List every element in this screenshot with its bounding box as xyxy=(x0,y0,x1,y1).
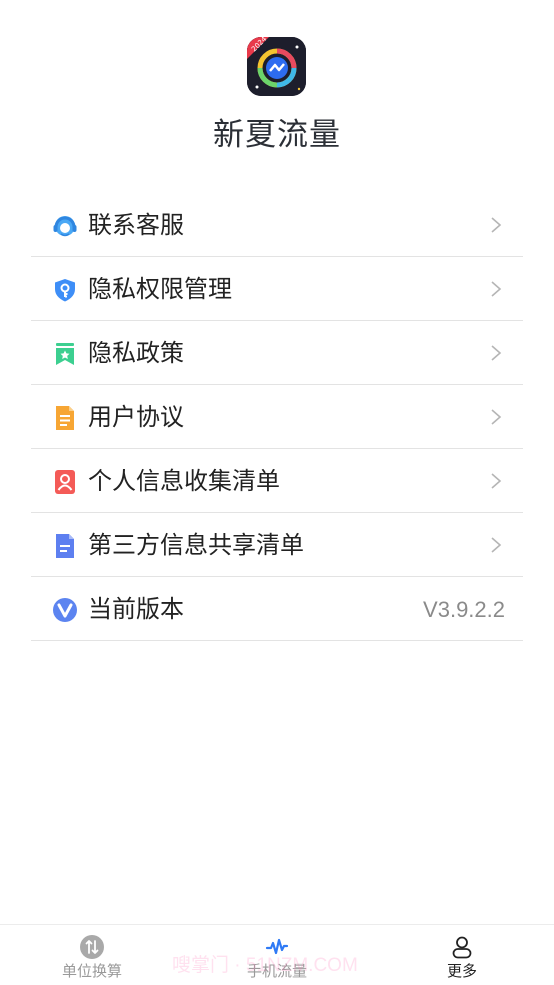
app-logo-icon: 2024 xyxy=(247,37,306,96)
menu-item-current-version: 当前版本 V3.9.2.2 xyxy=(31,577,523,641)
document-icon xyxy=(52,405,78,431)
menu-item-third-party-sharing-list[interactable]: 第三方信息共享清单 xyxy=(31,513,523,577)
tab-label: 更多 xyxy=(446,962,477,980)
headset-icon xyxy=(52,213,78,239)
shield-key-icon xyxy=(52,277,78,303)
menu-item-user-agreement[interactable]: 用户协议 xyxy=(31,385,523,449)
swap-circle-icon xyxy=(80,935,104,959)
menu-item-label: 隐私政策 xyxy=(88,339,184,367)
file-list-icon xyxy=(52,533,78,559)
tab-label: 手机流量 xyxy=(246,962,307,980)
menu-item-privacy-policy[interactable]: 隐私政策 xyxy=(31,321,523,385)
chevron-right-icon xyxy=(490,472,502,490)
app-title: 新夏流量 xyxy=(213,117,341,153)
bookmark-star-icon xyxy=(52,341,78,367)
user-icon xyxy=(450,935,474,959)
chevron-right-icon xyxy=(490,408,502,426)
menu-item-privacy-permissions[interactable]: 隐私权限管理 xyxy=(31,257,523,321)
chevron-right-icon xyxy=(490,344,502,362)
tab-label: 单位换算 xyxy=(61,962,122,980)
menu-item-label: 用户协议 xyxy=(88,403,184,431)
tab-more[interactable]: 更多 xyxy=(397,925,527,985)
v-logo-icon xyxy=(52,597,78,623)
menu-item-label: 隐私权限管理 xyxy=(88,275,232,303)
chevron-right-icon xyxy=(490,216,502,234)
bottom-tab-bar: 单位换算 手机流量 更多 xyxy=(0,924,554,985)
menu-item-label: 联系客服 xyxy=(88,211,184,239)
menu-item-label: 第三方信息共享清单 xyxy=(88,531,304,559)
tab-unit-conversion[interactable]: 单位换算 xyxy=(27,925,157,985)
settings-menu: 联系客服 隐私权限管理 隐私政策 用户协议 个人信息收集清单 第三方信息共享清单… xyxy=(31,193,523,641)
tab-mobile-data[interactable]: 手机流量 xyxy=(212,925,342,985)
pulse-icon xyxy=(265,935,289,959)
menu-item-contact-support[interactable]: 联系客服 xyxy=(31,193,523,257)
version-number: V3.9.2.2 xyxy=(423,597,505,622)
chevron-right-icon xyxy=(490,536,502,554)
person-card-icon xyxy=(52,469,78,495)
menu-item-label: 个人信息收集清单 xyxy=(88,467,280,495)
menu-item-personal-info-list[interactable]: 个人信息收集清单 xyxy=(31,449,523,513)
chevron-right-icon xyxy=(490,280,502,298)
menu-item-label: 当前版本 xyxy=(88,595,184,623)
